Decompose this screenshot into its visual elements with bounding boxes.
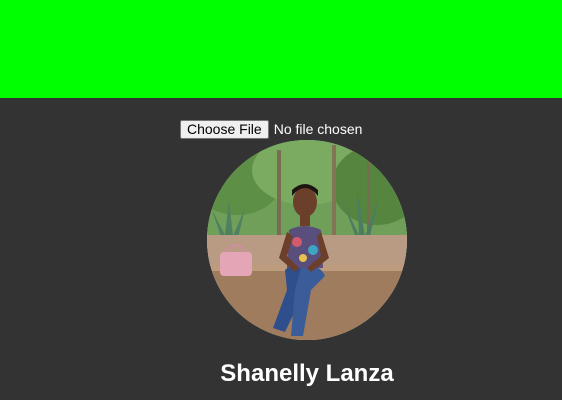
avatar [207, 140, 407, 340]
profile-name: Shanelly Lanza [220, 360, 394, 387]
file-input[interactable]: Choose File No file chosen [180, 119, 362, 139]
choose-file-button[interactable]: Choose File [180, 119, 269, 139]
profile-photo [207, 140, 407, 340]
green-banner [0, 0, 562, 98]
file-status-text: No file chosen [273, 120, 363, 137]
profile-page: Choose File No file chosen Shanelly Lanz… [0, 0, 562, 400]
